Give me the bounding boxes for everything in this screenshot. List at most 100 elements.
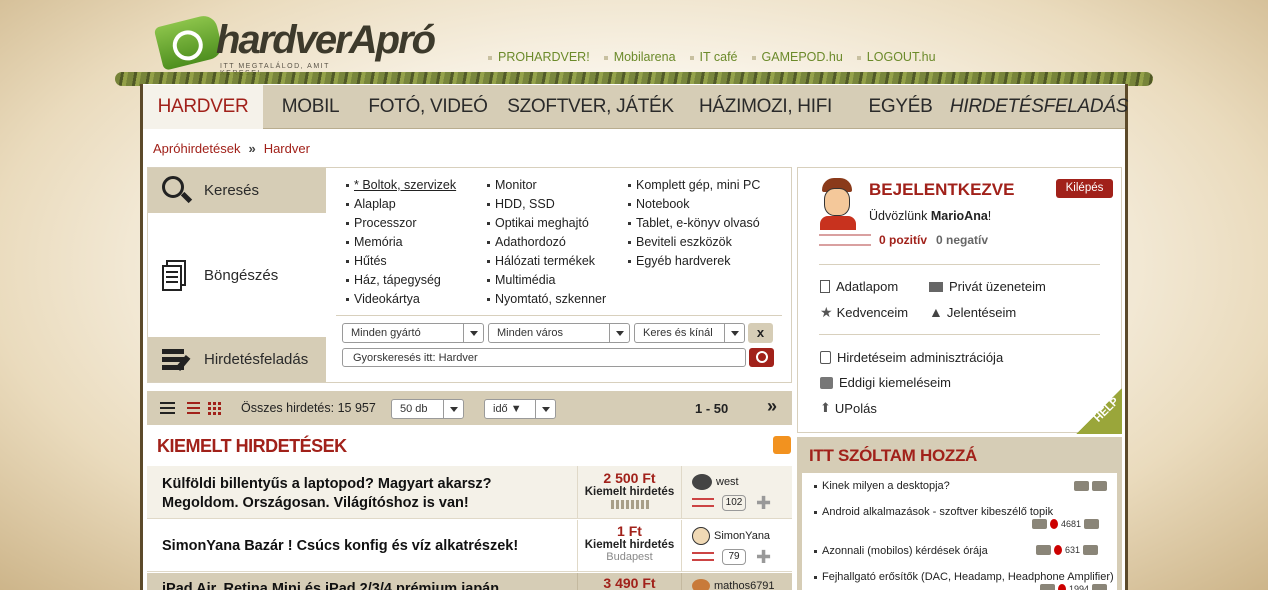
maker-select[interactable]: Minden gyártó xyxy=(342,323,484,343)
add-favorite-icon[interactable]: ✚ xyxy=(756,548,771,566)
type-select[interactable]: Keres és kínál xyxy=(634,323,745,343)
nav-hirdetesfeladas[interactable]: HIRDETÉSFELADÁS xyxy=(950,85,1128,129)
topic-count: 631 xyxy=(1065,545,1081,555)
toplink-gamepod[interactable]: GAMEPOD.hu xyxy=(751,50,843,64)
menu-favorites[interactable]: ★ Kedvenceim xyxy=(820,304,908,321)
side-tab-search[interactable]: Keresés xyxy=(148,168,326,213)
list-view-icon[interactable] xyxy=(160,402,175,404)
mario-avatar xyxy=(818,178,858,230)
cat-multimedia[interactable]: Multimédia xyxy=(487,273,606,292)
comment-count[interactable]: 102 xyxy=(722,495,746,511)
nav-hardver[interactable]: HARDVER xyxy=(143,85,263,129)
topic-item[interactable]: Kinek milyen a desktopja? xyxy=(814,480,950,492)
cat-boltok[interactable]: * Boltok, szervizek xyxy=(346,178,456,197)
cat-memoria[interactable]: Memória xyxy=(346,235,456,254)
ad-title[interactable]: iPad Air, Retina Mini és iPad 2/3/4 prém… xyxy=(162,580,499,590)
profile-card-icon xyxy=(820,280,830,293)
ad-user[interactable]: west xyxy=(692,474,739,490)
cat-nyomtato[interactable]: Nyomtató, szkenner xyxy=(487,292,606,311)
side-tab-post[interactable]: Hirdetésfeladás xyxy=(148,337,326,382)
archive-icon xyxy=(1084,519,1100,529)
nav-szoftver-jatek[interactable]: SZOFTVER, JÁTÉK xyxy=(498,85,683,129)
featured-ad-2[interactable]: SimonYana Bazár ! Csúcs konfig és víz al… xyxy=(147,520,792,572)
ad-location: Budapest xyxy=(606,551,653,563)
archive-icon xyxy=(1083,545,1099,555)
per-page-select[interactable]: 50 db xyxy=(391,399,464,419)
star-icon: ★ xyxy=(820,304,833,320)
warning-icon: ▲ xyxy=(929,304,943,320)
featured-ad-3[interactable]: iPad Air, Retina Mini és iPad 2/3/4 prém… xyxy=(147,573,792,590)
breadcrumb: Apróhirdetések » Hardver xyxy=(153,141,310,156)
next-page-button[interactable]: » xyxy=(767,396,777,417)
add-favorite-icon[interactable]: ✚ xyxy=(756,494,771,512)
cat-monitor[interactable]: Monitor xyxy=(487,178,606,197)
topic-item[interactable]: Android alkalmazások - szoftver kibeszél… xyxy=(814,506,1053,518)
cat-egyeb-hardver[interactable]: Egyéb hardverek xyxy=(628,254,760,273)
ad-price: 3 490 Ft xyxy=(603,575,656,590)
quick-search-input[interactable]: Gyorskeresés itt: Hardver xyxy=(342,348,746,367)
search-button[interactable] xyxy=(749,348,774,367)
ad-user[interactable]: SimonYana xyxy=(692,527,770,545)
cat-tablet[interactable]: Tablet, e-könyv olvasó xyxy=(628,216,760,235)
topic-item[interactable]: Azonnali (mobilos) kérdések órája xyxy=(814,545,988,557)
ad-featured-label: Kiemelt hirdetés xyxy=(584,539,675,551)
cat-videokartya[interactable]: Videokártya xyxy=(346,292,456,311)
cat-alaplap[interactable]: Alaplap xyxy=(346,197,456,216)
side-tab-browse-label: Böngészés xyxy=(204,266,279,284)
menu-up[interactable]: ⬆ UPolás xyxy=(820,400,877,416)
cat-optikai[interactable]: Optikai meghajtó xyxy=(487,216,606,235)
sort-select[interactable]: idő ▼ xyxy=(484,399,556,419)
menu-highlights[interactable]: Eddigi kiemeléseim xyxy=(820,375,951,390)
menu-ad-admin[interactable]: Hirdetéseim adminisztrációja xyxy=(820,350,1003,365)
cat-processzor[interactable]: Processzor xyxy=(346,216,456,235)
clear-filters-button[interactable]: x xyxy=(748,323,773,343)
cat-komplett-gep[interactable]: Komplett gép, mini PC xyxy=(628,178,760,197)
topic-item[interactable]: Fejhallgató erősítők (DAC, Headamp, Head… xyxy=(814,571,1114,583)
archive-icon xyxy=(1092,584,1108,590)
nav-mobil[interactable]: MOBIL xyxy=(263,85,358,129)
toplink-logout[interactable]: LOGOUT.hu xyxy=(856,50,936,64)
documents-icon xyxy=(160,258,194,292)
grid-view-icon[interactable] xyxy=(208,402,211,405)
compact-view-icon[interactable] xyxy=(187,402,200,404)
chevron-down-icon xyxy=(443,400,463,418)
negative-count[interactable]: 0 negatív xyxy=(936,233,988,247)
ad-title[interactable]: SimonYana Bazár ! Csúcs konfig és víz al… xyxy=(162,537,518,556)
nav-egyeb[interactable]: EGYÉB xyxy=(848,85,953,129)
topic-count: 4681 xyxy=(1061,519,1082,529)
network-links: PROHARDVER! Mobilarena IT café GAMEPOD.h… xyxy=(488,50,936,64)
chevron-down-icon xyxy=(463,324,483,342)
ad-title[interactable]: Külföldi billentyűs a laptopod? Magyart … xyxy=(162,475,492,513)
cat-adathordozo[interactable]: Adathordozó xyxy=(487,235,606,254)
toplink-itcafe[interactable]: IT café xyxy=(689,50,738,64)
cat-haz-tapegyseg[interactable]: Ház, tápegység xyxy=(346,273,456,292)
positive-count[interactable]: 0 pozitív xyxy=(879,233,927,247)
menu-private-messages[interactable]: Privát üzeneteim xyxy=(929,279,1046,294)
toplink-prohardver[interactable]: PROHARDVER! xyxy=(488,50,590,64)
nav-foto-video[interactable]: FOTÓ, VIDEÓ xyxy=(358,85,498,129)
cat-notebook[interactable]: Notebook xyxy=(628,197,760,216)
menu-datasheet[interactable]: Adatlapom xyxy=(820,279,898,294)
cat-beviteli[interactable]: Beviteli eszközök xyxy=(628,235,760,254)
cat-halozati[interactable]: Hálózati termékek xyxy=(487,254,606,273)
breadcrumb-root[interactable]: Apróhirdetések xyxy=(153,141,240,156)
city-select[interactable]: Minden város xyxy=(488,323,630,343)
breadcrumb-current[interactable]: Hardver xyxy=(264,141,310,156)
toplink-mobilarena[interactable]: Mobilarena xyxy=(603,50,676,64)
rating-bar xyxy=(692,552,714,561)
comment-count[interactable]: 79 xyxy=(722,549,746,565)
side-tab-browse[interactable]: Böngészés xyxy=(148,214,326,336)
edit-list-icon xyxy=(160,343,194,377)
folder-icon xyxy=(1040,584,1055,590)
menu-reports[interactable]: ▲ Jelentéseim xyxy=(929,304,1016,320)
hardverapro-logo[interactable]: hardverApró ITT MEGTALÁLOD, AMIT KERESEL xyxy=(153,6,436,78)
cat-hdd-ssd[interactable]: HDD, SSD xyxy=(487,197,606,216)
logout-button[interactable]: Kilépés xyxy=(1056,179,1113,198)
cat-hutes[interactable]: Hűtés xyxy=(346,254,456,273)
rss-icon[interactable] xyxy=(773,436,791,454)
featured-ad-1[interactable]: Külföldi billentyűs a laptopod? Magyart … xyxy=(147,466,792,519)
total-count: Összes hirdetés: 15 957 xyxy=(241,401,376,415)
ad-user[interactable]: mathos6791 xyxy=(692,579,775,590)
topic-icons: 631 xyxy=(1036,545,1099,555)
nav-hazimozi-hifi[interactable]: HÁZIMOZI, HIFI xyxy=(683,85,848,129)
